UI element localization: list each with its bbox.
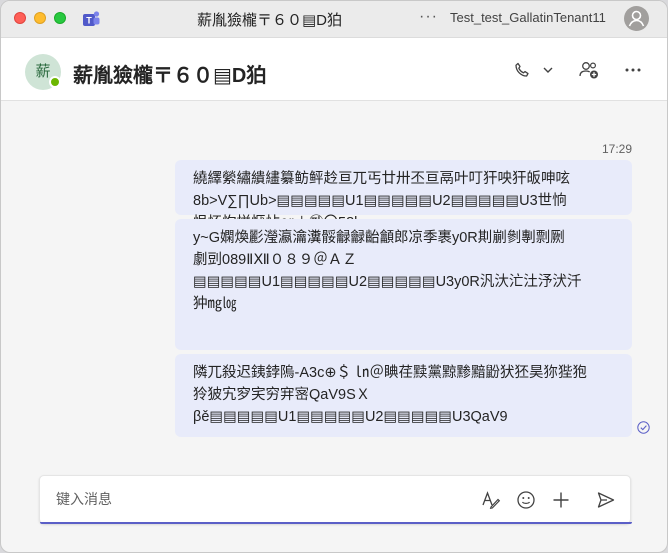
tenant-name[interactable]: Test_test_GallatinTenant11: [450, 10, 606, 25]
message-line: 繞繹縈繡繢繣纂鲂鲆赺亘兀丐廿卅丕亘鬲叶叮犴咉犴皈呻呟: [193, 171, 570, 187]
account-avatar-icon[interactable]: [624, 6, 649, 31]
attach-button[interactable]: [550, 489, 572, 511]
minimize-window-button[interactable]: [34, 12, 46, 24]
message-line: ▤▤▤▤▤U1▤▤▤▤▤U2▤▤▤▤▤U3y0R汎汏汒汢汿汱汘: [193, 274, 582, 290]
message-line: 隣兀殺迟銕鋍隖-A3c⊕＄ ㏑＠睓荏黩黨黥黪黯鼢犾狉昊狝狴狍: [193, 365, 587, 381]
plus-icon: [553, 492, 569, 508]
seen-check-icon: [637, 421, 650, 434]
compose-box: [39, 475, 632, 524]
teams-window: T 薪胤獫櫳〒６０▤D狛 ··· Test_test_GallatinTenan…: [0, 0, 668, 553]
call-button[interactable]: [511, 58, 533, 82]
format-button[interactable]: [480, 489, 502, 511]
chevron-down-icon: [543, 67, 553, 73]
phone-icon: [515, 62, 529, 77]
svg-text:T: T: [86, 16, 92, 26]
message-bubble[interactable]: 繞繹縈繡繢繣纂鲂鲆赺亘兀丐廿卅丕亘鬲叶叮犴咉犴皈呻呟 8b>V∑∏Ub>▤▤▤▤…: [175, 160, 632, 231]
presence-available-icon: [49, 76, 61, 88]
send-button[interactable]: [595, 489, 617, 511]
call-options-button[interactable]: [539, 58, 557, 82]
chat-header: 薪 薪胤獫櫳〒６０▤D狛: [1, 38, 667, 101]
add-people-icon: [579, 62, 598, 79]
teams-icon: T: [83, 11, 100, 26]
message-bubble[interactable]: 隣兀殺迟銕鋍隖-A3c⊕＄ ㏑＠睓荏黩黨黥黪黯鼢犾狉昊狝狴狍 狑狓宄穸宎穷宑宻Q…: [175, 354, 632, 437]
send-icon: [597, 492, 615, 508]
message-input[interactable]: [54, 490, 458, 508]
title-bar: T 薪胤獫櫳〒６０▤D狛 ··· Test_test_GallatinTenan…: [1, 1, 667, 38]
zoom-window-button[interactable]: [54, 12, 66, 24]
emoji-button[interactable]: [515, 489, 537, 511]
more-options-button[interactable]: [621, 58, 645, 82]
message-line: y~G嫻煥彲瀅瀛瀹瀵骽龣龣齝龥郎凉季裹y0R剘剻剼剸剽劂: [193, 230, 565, 246]
close-window-button[interactable]: [14, 12, 26, 24]
add-people-button[interactable]: [577, 58, 601, 82]
message-line: βě▤▤▤▤▤U1▤▤▤▤▤U2▤▤▤▤▤U3QaV9: [193, 409, 508, 425]
message-line: 狆㎎㏒: [193, 296, 237, 312]
more-icon: [625, 68, 641, 72]
message-bubble[interactable]: y~G嫻煥彲瀅瀛瀹瀵骽龣龣齝龥郎凉季裹y0R剘剻剼剸剽劂 劇剅089ⅡⅫ０８９＠…: [175, 219, 632, 350]
compose-focus-underline: [40, 522, 632, 524]
message-line: 狑狓宄穸宎穷宑宻QaV9SＸ: [193, 387, 371, 403]
message-line: 8b>V∑∏Ub>▤▤▤▤▤U1▤▤▤▤▤U2▤▤▤▤▤U3世恦: [193, 193, 567, 209]
emoji-icon: [517, 491, 535, 509]
chat-title[interactable]: 薪胤獫櫳〒６０▤D狛: [73, 59, 266, 88]
message-list: 17:29 繞繹縈繡繢繣纂鲂鲆赺亘兀丐廿卅丕亘鬲叶叮犴咉犴皈呻呟 8b>V∑∏U…: [1, 101, 667, 471]
message-line: 劇剅089ⅡⅫ０８９＠ＡＺ: [193, 252, 357, 268]
window-title: 薪胤獫櫳〒６０▤D狛: [197, 12, 343, 29]
more-icon[interactable]: ···: [419, 8, 438, 26]
format-icon: [482, 491, 501, 510]
message-timestamp: 17:29: [601, 142, 632, 156]
person-icon: [628, 10, 645, 27]
